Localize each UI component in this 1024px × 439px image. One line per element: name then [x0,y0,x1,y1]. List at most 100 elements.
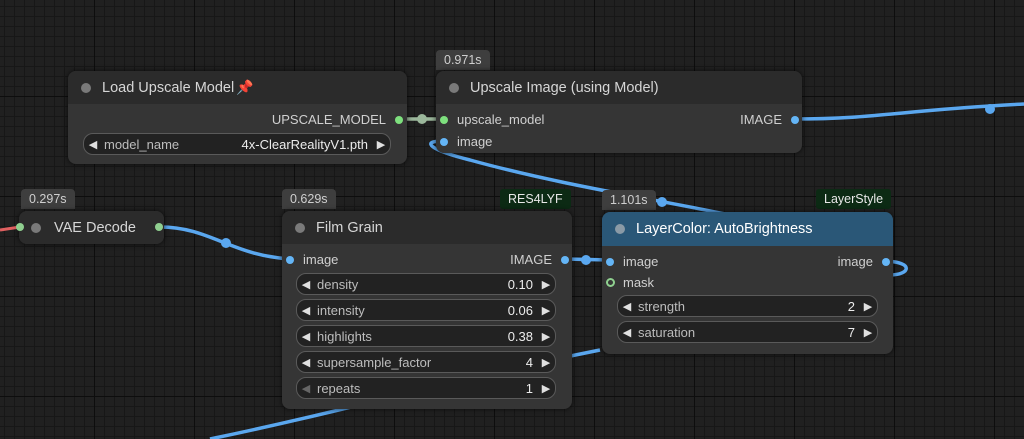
arrow-right-icon[interactable]: ▶ [537,278,555,291]
arrow-left-icon[interactable]: ◀ [618,300,636,313]
upscale-image-node[interactable]: Upscale Image (using Model) upscale_mode… [436,71,802,153]
widget-value: 7 [847,324,855,340]
density-widget[interactable]: ◀ density 0.10 ▶ [296,273,556,295]
highlights-widget[interactable]: ◀ highlights 0.38 ▶ [296,325,556,347]
arrow-left-icon[interactable]: ◀ [297,304,315,317]
input-slot-image[interactable]: image [286,252,338,268]
widget-value: 1 [525,380,533,396]
supersample-factor-widget[interactable]: ◀ supersample_factor 4 ▶ [296,351,556,373]
slot-label: image [623,254,659,269]
arrow-left-icon[interactable]: ◀ [297,356,315,369]
node-pack-tag: RES4LYF [500,189,571,209]
repeats-widget[interactable]: ◀ repeats 1 ▶ [296,377,556,399]
arrow-left-icon[interactable]: ◀ [297,330,315,343]
arrow-right-icon[interactable]: ▶ [537,330,555,343]
slot-label: image [457,134,493,149]
execution-time-badge: 0.971s [436,50,490,70]
slot-connector-icon[interactable] [395,116,403,124]
arrow-left-icon[interactable]: ◀ [84,138,102,151]
output-slot-image[interactable]: IMAGE [510,252,569,268]
saturation-widget[interactable]: ◀ saturation 7 ▶ [617,321,878,343]
execution-time-badge: 0.297s [21,189,75,209]
slot-connector-icon[interactable] [791,116,799,124]
collapse-dot-icon[interactable] [449,83,459,93]
strength-widget[interactable]: ◀ strength 2 ▶ [617,295,878,317]
output-slot-image[interactable]: image [838,254,890,270]
widget-label: strength [638,298,685,314]
slot-connector-icon[interactable] [440,116,448,124]
slot-label: upscale_model [457,112,545,127]
layercolor-autobrightness-node[interactable]: LayerColor: AutoBrightness image mask im… [602,212,893,354]
node-title: LayerColor: AutoBrightness [636,221,813,237]
widget-label: supersample_factor [317,354,432,370]
widget-value: 0.10 [507,276,533,292]
model-name-combo[interactable]: ◀ model_name 4x-ClearRealityV1.pth ▶ [83,133,391,155]
collapse-dot-icon[interactable] [81,83,91,93]
node-title-bar[interactable]: VAE Decode [16,211,164,244]
node-title-bar[interactable]: Upscale Image (using Model) [436,71,802,104]
output-slot-upscale-model[interactable]: UPSCALE_MODEL [272,112,403,128]
slot-connector-icon[interactable] [606,278,615,287]
input-slot-mask[interactable]: mask [606,275,654,291]
widget-label: repeats [317,380,361,396]
input-connector-icon[interactable] [16,223,24,231]
arrow-right-icon[interactable]: ▶ [372,138,390,151]
node-pack-tag: LayerStyle [816,189,892,209]
execution-time-badge: 1.101s [602,190,656,210]
arrow-right-icon[interactable]: ▶ [537,304,555,317]
slot-label: UPSCALE_MODEL [271,112,386,127]
widget-value: 0.06 [507,302,533,318]
arrow-right-icon[interactable]: ▶ [537,382,555,395]
arrow-left-icon[interactable]: ◀ [297,382,315,395]
slot-connector-icon[interactable] [440,138,448,146]
collapse-dot-icon[interactable] [31,223,41,233]
arrow-right-icon[interactable]: ▶ [859,300,877,313]
node-title: VAE Decode [54,219,136,236]
widget-value: 4x-ClearRealityV1.pth [241,136,368,152]
widget-label: intensity [317,302,365,318]
widget-value: 2 [847,298,855,314]
film-grain-node[interactable]: Film Grain image IMAGE ◀ density 0.10 ▶ … [282,211,572,409]
widget-label: model_name [104,136,180,152]
arrow-right-icon[interactable]: ▶ [859,326,877,339]
widget-value: 0.38 [507,328,533,344]
node-title: Load Upscale Model [102,79,235,96]
slot-connector-icon[interactable] [882,258,890,266]
output-connector-icon[interactable] [155,223,163,231]
input-slot-image[interactable]: image [440,134,492,150]
wire-midpoint-dot [657,197,667,207]
widget-label: density [317,276,359,292]
input-slot-upscale-model[interactable]: upscale_model [440,112,544,128]
node-title-bar[interactable]: Film Grain [282,211,572,244]
slot-connector-icon[interactable] [561,256,569,264]
node-title-bar[interactable]: Load Upscale Model 📌 [68,71,407,104]
intensity-widget[interactable]: ◀ intensity 0.06 ▶ [296,299,556,321]
wire-midpoint-dot [417,114,427,124]
input-slot-image[interactable]: image [606,254,658,270]
arrow-left-icon[interactable]: ◀ [618,326,636,339]
wire-reroute-dot [985,104,995,114]
wire-midpoint-dot [581,255,591,265]
slot-connector-icon[interactable] [286,256,294,264]
node-title-bar[interactable]: LayerColor: AutoBrightness [602,212,893,246]
vae-decode-node[interactable]: VAE Decode [16,211,164,244]
arrow-right-icon[interactable]: ▶ [537,356,555,369]
load-upscale-model-node[interactable]: Load Upscale Model 📌 UPSCALE_MODEL ◀ mod… [68,71,407,164]
node-title: Upscale Image (using Model) [470,79,659,96]
slot-label: mask [623,275,655,290]
execution-time-badge: 0.629s [282,189,336,209]
slot-label: image [837,254,873,269]
node-title: Film Grain [316,219,383,236]
wire-midpoint-dot [221,238,231,248]
widget-label: saturation [638,324,696,340]
slot-label: IMAGE [740,112,782,127]
arrow-left-icon[interactable]: ◀ [297,278,315,291]
output-slot-image[interactable]: IMAGE [740,112,799,128]
slot-label: image [303,252,339,267]
widget-label: highlights [317,328,372,344]
collapse-dot-icon[interactable] [615,224,625,234]
collapse-dot-icon[interactable] [295,223,305,233]
widget-value: 4 [525,354,533,370]
slot-label: IMAGE [510,252,552,267]
slot-connector-icon[interactable] [606,258,614,266]
